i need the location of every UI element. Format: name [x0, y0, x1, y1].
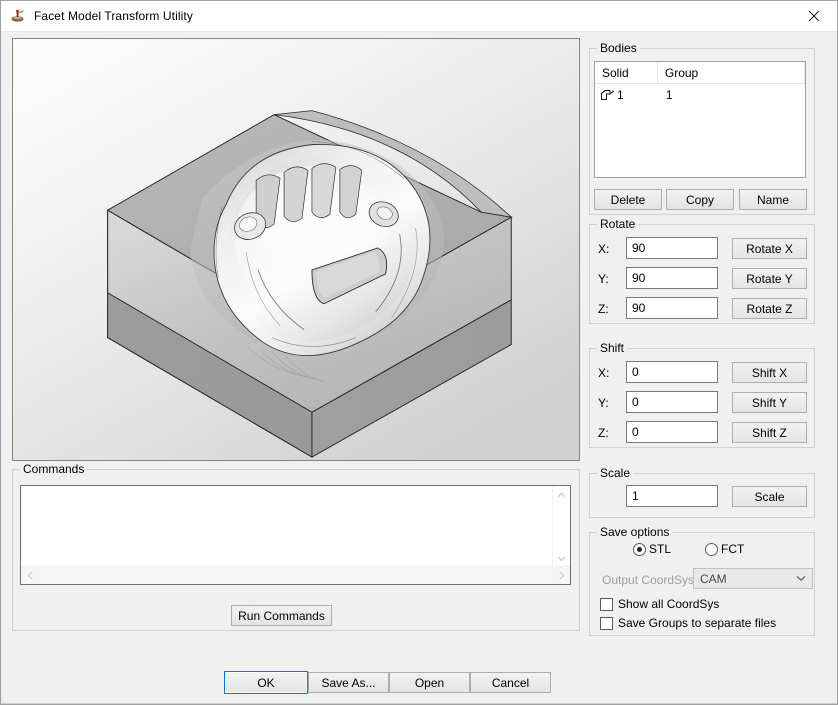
ok-button[interactable]: OK — [224, 671, 308, 694]
scale-button[interactable]: Scale — [732, 486, 807, 507]
scroll-down-icon[interactable] — [553, 550, 570, 567]
rotate-y-button[interactable]: Rotate Y — [732, 268, 807, 289]
rotate-x-label: X: — [598, 242, 610, 256]
save-as-button[interactable]: Save As... — [308, 672, 389, 693]
commands-group-title: Commands — [20, 462, 88, 476]
checkbox-show-all-coordsys[interactable]: Show all CoordSys — [600, 597, 719, 611]
close-icon[interactable] — [791, 1, 837, 30]
cancel-button[interactable]: Cancel — [470, 672, 551, 693]
shift-y-input[interactable]: 0 — [626, 391, 718, 413]
rotate-y-label: Y: — [598, 272, 609, 286]
shift-z-input[interactable]: 0 — [626, 421, 718, 443]
output-coordsys-value: CAM — [700, 571, 727, 586]
rotate-group-title: Rotate — [597, 217, 639, 231]
rotate-z-label: Z: — [598, 302, 609, 316]
cell-group: 1 — [665, 88, 673, 102]
shift-z-label: Z: — [598, 426, 609, 440]
commands-input[interactable] — [21, 486, 553, 567]
delete-button[interactable]: Delete — [594, 189, 662, 210]
radio-fct-indicator — [705, 542, 718, 556]
3d-model-view[interactable] — [12, 38, 580, 461]
shift-y-label: Y: — [598, 396, 609, 410]
rotate-z-input[interactable]: 90 — [626, 297, 718, 319]
facet-model-graphic — [13, 39, 579, 460]
solid-id: 1 — [617, 88, 624, 102]
output-coordsys-label: Output CoordSys: — [602, 573, 698, 587]
radio-fct[interactable]: FCT — [705, 542, 744, 556]
title-bar: Facet Model Transform Utility — [1, 1, 837, 32]
bodies-group-title: Bodies — [597, 41, 640, 55]
solid-body-icon — [600, 88, 615, 102]
table-row[interactable]: 1 1 — [595, 84, 805, 106]
column-header-solid[interactable]: Solid — [595, 62, 658, 83]
scroll-left-icon[interactable] — [21, 567, 38, 584]
radio-stl-indicator — [633, 542, 646, 556]
commands-textarea-inner — [21, 486, 553, 567]
bodies-list[interactable]: Solid Group 1 1 — [594, 61, 806, 178]
column-header-group[interactable]: Group — [658, 62, 805, 83]
shift-y-button[interactable]: Shift Y — [732, 392, 807, 413]
scale-group-title: Scale — [597, 466, 634, 480]
scroll-up-icon[interactable] — [553, 486, 570, 503]
chevron-down-icon — [790, 569, 812, 588]
shift-x-button[interactable]: Shift X — [732, 362, 807, 383]
run-commands-button[interactable]: Run Commands — [231, 605, 332, 626]
shift-z-button[interactable]: Shift Z — [732, 422, 807, 443]
save-options-group-title: Save options — [597, 525, 673, 539]
app-icon — [10, 8, 26, 24]
radio-stl[interactable]: STL — [633, 542, 671, 556]
shift-x-input[interactable]: 0 — [626, 361, 718, 383]
output-coordsys-select[interactable]: CAM — [693, 568, 813, 589]
scroll-right-icon[interactable] — [553, 567, 570, 584]
bodies-list-header: Solid Group — [595, 62, 805, 84]
commands-vertical-scrollbar[interactable] — [552, 486, 570, 567]
rotate-y-input[interactable]: 90 — [626, 267, 718, 289]
shift-group-title: Shift — [597, 341, 628, 355]
radio-fct-label: FCT — [721, 542, 745, 556]
scale-input[interactable]: 1 — [626, 485, 718, 507]
rotate-x-button[interactable]: Rotate X — [732, 238, 807, 259]
shift-x-label: X: — [598, 366, 610, 380]
window-title: Facet Model Transform Utility — [34, 9, 193, 23]
commands-textarea-container[interactable] — [20, 485, 571, 585]
open-button[interactable]: Open — [389, 672, 470, 693]
cell-solid: 1 — [595, 84, 658, 106]
rotate-z-button[interactable]: Rotate Z — [732, 298, 807, 319]
checkbox-show-all-coordsys-indicator — [600, 597, 613, 611]
rotate-x-input[interactable]: 90 — [626, 237, 718, 259]
name-button[interactable]: Name — [739, 189, 807, 210]
copy-button[interactable]: Copy — [666, 189, 734, 210]
commands-horizontal-scrollbar[interactable] — [21, 566, 570, 584]
checkbox-save-groups-separate-indicator — [600, 616, 613, 630]
window-bottom-edge — [1, 703, 837, 704]
checkbox-show-all-coordsys-label: Show all CoordSys — [618, 597, 720, 611]
facet-model-transform-utility-dialog: Facet Model Transform Utility Commands R… — [0, 0, 838, 705]
checkbox-save-groups-separate[interactable]: Save Groups to separate files — [600, 616, 776, 630]
radio-stl-label: STL — [649, 542, 672, 556]
checkbox-save-groups-separate-label: Save Groups to separate files — [618, 616, 777, 630]
